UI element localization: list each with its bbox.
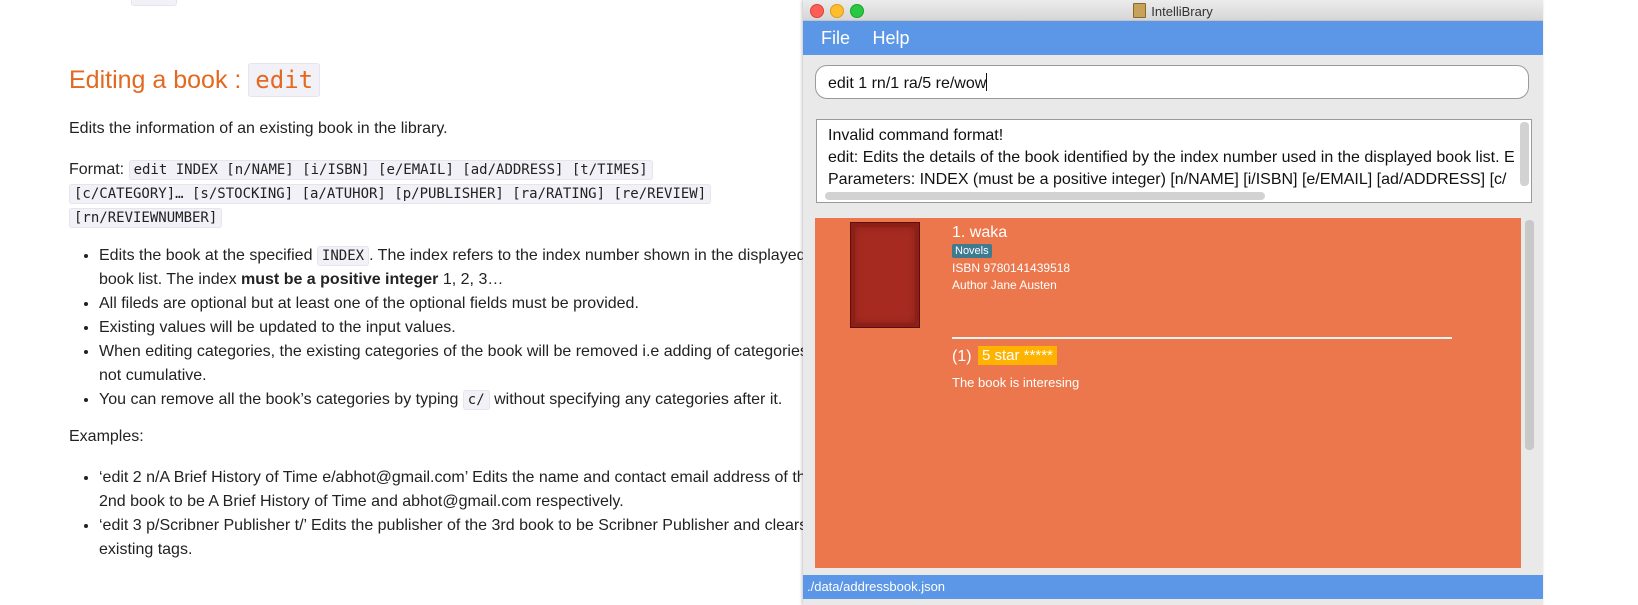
data-file-path: ./data/addressbook.json (807, 579, 946, 594)
vertical-scrollbar[interactable] (1520, 122, 1529, 186)
result-line: edit: Edits the details of the book iden… (828, 149, 1515, 166)
notes-list: Edits the book at the specified INDEX. T… (69, 244, 839, 412)
window-title-text: IntelliBrary (1151, 4, 1213, 19)
review-text: The book is interesing (952, 375, 1080, 390)
menu-help[interactable]: Help (854, 21, 909, 49)
bold-text: must be a positive integer (241, 271, 439, 288)
result-line: Invalid command format! (828, 127, 1004, 144)
list-item: All fileds are optional but at least one… (99, 292, 839, 316)
list-item: ‘edit 2 n/A Brief History of Time e/abho… (99, 466, 839, 514)
rating-badge: 5 star ***** (978, 346, 1057, 365)
format-code-line3: [rn/REVIEWNUMBER] (69, 208, 223, 228)
book-list-panel: 1. waka Novels ISBN 9780141439518 Author… (815, 218, 1521, 568)
book-cover-image (850, 222, 920, 328)
format-code-line2: [c/CATEGORY]… [s/STOCKING] [a/ATUHOR] [p… (69, 184, 712, 204)
book-author: Author Jane Austen (952, 278, 1057, 292)
divider (952, 337, 1452, 339)
book-name: 1. waka (952, 224, 1008, 241)
heading-code: edit (248, 63, 321, 97)
list-item: ‘edit 3 p/Scribner Publisher t/’ Edits t… (99, 514, 839, 562)
list-item: You can remove all the book’s categories… (99, 388, 839, 412)
horizontal-scrollbar[interactable] (825, 192, 1265, 200)
result-display[interactable]: Invalid command format! edit: Edits the … (816, 119, 1532, 203)
command-input[interactable]: edit 1 rn/1 ra/5 re/wow (815, 65, 1529, 99)
inline-code: INDEX (316, 246, 370, 266)
review-number: (1) (952, 348, 972, 365)
inline-code: c/ (462, 390, 490, 410)
menu-bar: File Help (803, 21, 1543, 55)
intro-text: Edits the information of an existing boo… (69, 120, 448, 137)
app-window: IntelliBrary File Help edit 1 rn/1 ra/5 … (803, 0, 1543, 605)
format-label: Format: (69, 161, 125, 178)
list-item: When editing categories, the existing ca… (99, 340, 839, 388)
bullet-text: 1, 2, 3… (442, 271, 504, 288)
list-item: Existing values will be updated to the i… (99, 316, 839, 340)
app-icon (1133, 3, 1147, 18)
category-tag: Novels (952, 244, 992, 258)
bullet-text: without specifying any categories after … (494, 391, 783, 408)
text-caret (986, 73, 988, 91)
command-input-text: edit 1 rn/1 ra/5 re/wow (828, 75, 987, 92)
book-isbn: ISBN 9780141439518 (952, 261, 1071, 275)
title-bar[interactable]: IntelliBrary (803, 0, 1543, 21)
examples-list: ‘edit 2 n/A Brief History of Time e/abho… (69, 466, 839, 562)
list-scrollbar[interactable] (1525, 220, 1534, 450)
list-item: Edits the book at the specified INDEX. T… (99, 244, 839, 292)
format-code-line1: edit INDEX [n/NAME] [i/ISBN] [e/EMAIL] [… (128, 160, 653, 180)
window-title: IntelliBrary (803, 3, 1543, 19)
format-paragraph: Format: edit INDEX [n/NAME] [i/ISBN] [e/… (69, 158, 769, 230)
result-line: Parameters: INDEX (must be a positive in… (828, 171, 1507, 188)
examples-label: Examples: (69, 428, 144, 445)
section-heading: Editing a book : edit (69, 63, 321, 97)
bullet-text: Edits the book at the specified (99, 247, 313, 264)
status-bar: ./data/addressbook.json (803, 575, 1543, 599)
heading-text: Editing a book : (69, 66, 242, 94)
code-snippet-remnant (131, 0, 177, 6)
result-text: Invalid command format! edit: Edits the … (817, 120, 1531, 191)
menu-file[interactable]: File (803, 21, 850, 49)
bullet-text: You can remove all the book’s categories… (99, 391, 459, 408)
